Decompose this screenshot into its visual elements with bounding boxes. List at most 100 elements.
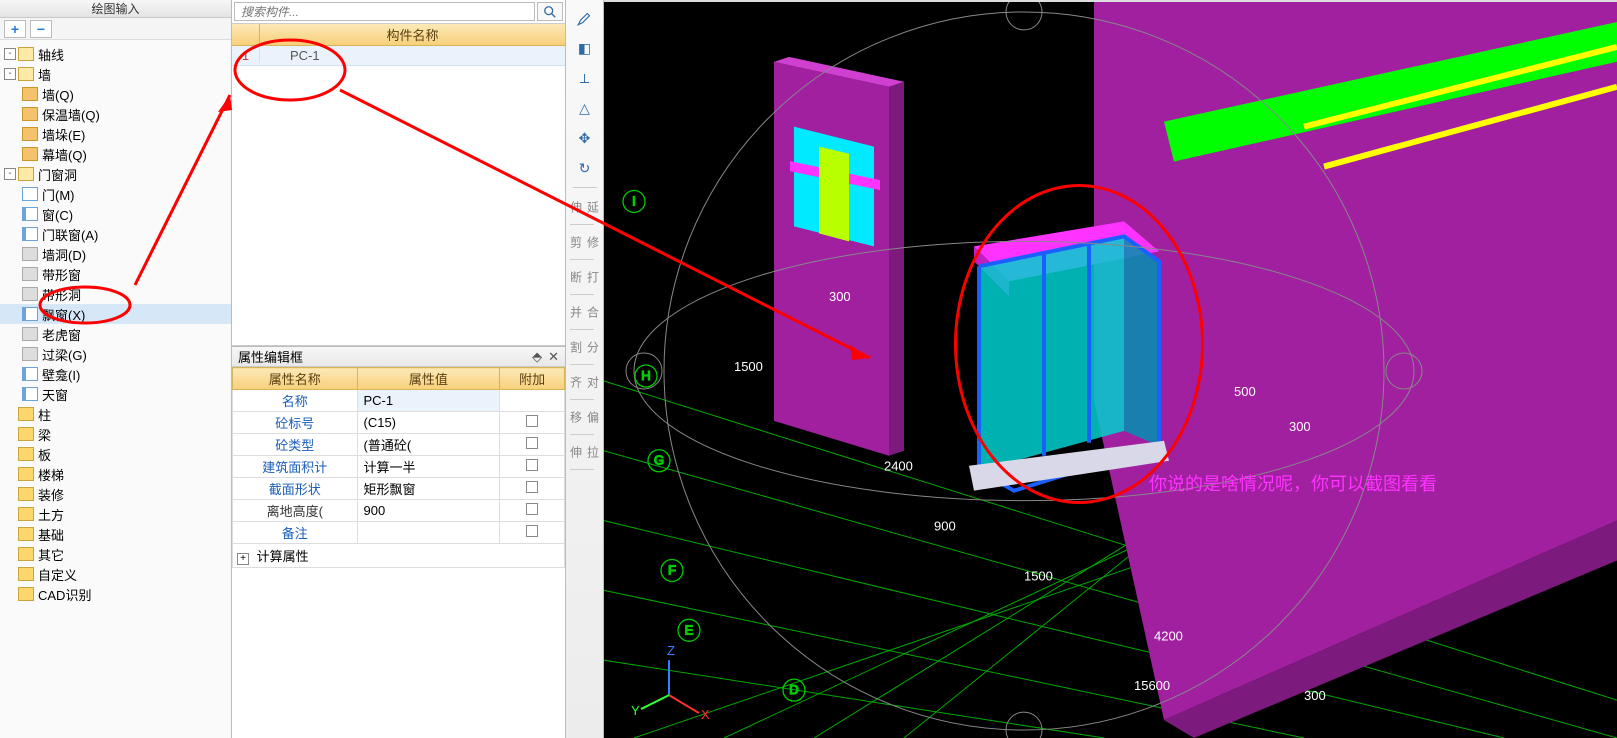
vt-tool-延伸: 延伸 [570,193,600,221]
property-row[interactable]: 建筑面积计计算一半 [233,456,565,478]
tree-item[interactable]: 梁 [0,424,231,444]
tree-item[interactable]: CAD识别 [0,584,231,604]
prop-extra[interactable] [500,478,565,500]
checkbox-icon[interactable] [526,459,538,471]
tree-toggle[interactable] [4,488,16,500]
prop-label: 截面形状 [233,478,358,500]
tree-item[interactable]: 带形窗 [0,264,231,284]
prop-value[interactable] [357,522,500,544]
3d-viewport[interactable]: I H G F E D 300 1500 2400 900 1500 15600… [604,0,1617,738]
property-row[interactable]: 备注 [233,522,565,544]
prop-value[interactable]: 计算一半 [357,456,500,478]
prop-value[interactable]: 矩形飘窗 [357,478,500,500]
tree-toggle[interactable]: - [4,68,16,80]
svg-text:2400: 2400 [884,459,913,474]
tree-item[interactable]: 天窗 [0,384,231,404]
prop-value[interactable]: 900 [357,500,500,522]
svg-text:Z: Z [667,643,675,658]
tree-toggle[interactable] [4,448,16,460]
tree-item[interactable]: 过梁(G) [0,344,231,364]
search-input[interactable] [234,2,535,21]
crop-tool-icon[interactable]: ◧ [570,34,600,62]
tree-item[interactable]: 土方 [0,504,231,524]
tree-item[interactable]: 幕墙(Q) [0,144,231,164]
annotation-text: 你说的是啥情况呢，你可以截图看看 [1149,470,1437,496]
tree-item[interactable]: 墙垛(E) [0,124,231,144]
tree-toggle[interactable] [4,588,16,600]
move-tool-icon[interactable]: ✥ [570,124,600,152]
tree-item[interactable]: 门联窗(A) [0,224,231,244]
expand-calc-props[interactable]: + [237,553,249,565]
prop-value[interactable]: PC-1 [357,390,500,412]
prop-extra[interactable] [500,390,565,412]
tree-item[interactable]: 墙(Q) [0,84,231,104]
tree-item[interactable]: 自定义 [0,564,231,584]
search-button[interactable] [537,2,563,21]
tree-item[interactable]: 窗(C) [0,204,231,224]
tree-toggle[interactable] [4,408,16,420]
tree-toggle[interactable] [4,508,16,520]
expand-all-button[interactable]: + [4,20,26,38]
mirror-tool-icon[interactable]: △ [570,94,600,122]
checkbox-icon[interactable] [526,525,538,537]
tree-item[interactable]: -门窗洞 [0,164,231,184]
tree-toggle[interactable] [4,568,16,580]
tree-item[interactable]: 壁龛(I) [0,364,231,384]
item-icon [22,127,38,141]
checkbox-icon[interactable] [526,503,538,515]
rotate-tool-icon[interactable]: ↻ [570,154,600,182]
viewport-canvas: I H G F E D 300 1500 2400 900 1500 15600… [604,2,1617,738]
pin-icon[interactable]: ⬘ [532,349,542,365]
tree-item-label: 带形洞 [42,285,81,304]
prop-extra[interactable] [500,456,565,478]
tree-item[interactable]: 带形洞 [0,284,231,304]
collapse-all-button[interactable]: − [30,20,52,38]
checkbox-icon[interactable] [526,415,538,427]
prop-value[interactable]: (普通砼( [357,434,500,456]
prop-extra[interactable] [500,412,565,434]
svg-text:15600: 15600 [1134,678,1170,693]
folder-icon [18,47,34,61]
tree-item-label: 其它 [38,545,64,564]
checkbox-icon[interactable] [526,437,538,449]
prop-extra[interactable] [500,434,565,456]
property-row[interactable]: 砼类型(普通砼( [233,434,565,456]
tree-toggle[interactable]: - [4,168,16,180]
tree-item[interactable]: 保温墙(Q) [0,104,231,124]
property-row[interactable]: 离地高度(900 [233,500,565,522]
tree-item-label: 板 [38,445,51,464]
property-row[interactable]: 砼标号(C15) [233,412,565,434]
scale-tool-icon[interactable]: ⟂ [570,64,600,92]
prop-value[interactable]: (C15) [357,412,500,434]
close-icon[interactable]: ✕ [548,349,559,365]
tree-item[interactable]: -轴线 [0,44,231,64]
tree-toggle[interactable]: - [4,48,16,60]
tree-item[interactable]: 板 [0,444,231,464]
checkbox-icon[interactable] [526,481,538,493]
tree-item[interactable]: 楼梯 [0,464,231,484]
brush-tool-icon[interactable] [570,4,600,32]
component-tree[interactable]: -轴线-墙墙(Q)保温墙(Q)墙垛(E)幕墙(Q)-门窗洞门(M)窗(C)门联窗… [0,40,231,738]
tree-item[interactable]: 墙洞(D) [0,244,231,264]
tree-item[interactable]: 基础 [0,524,231,544]
prop-extra[interactable] [500,500,565,522]
tree-item[interactable]: 老虎窗 [0,324,231,344]
property-row[interactable]: 截面形状矩形飘窗 [233,478,565,500]
tree-item-label: 幕墙(Q) [42,145,87,164]
tree-toggle[interactable] [4,428,16,440]
tree-item[interactable]: 门(M) [0,184,231,204]
prop-extra[interactable] [500,522,565,544]
tree-item[interactable]: -墙 [0,64,231,84]
vt-tool-拉伸: 拉伸 [570,438,600,466]
tree-item[interactable]: 柱 [0,404,231,424]
vt-tool-对齐: 对齐 [570,368,600,396]
tree-item[interactable]: 装修 [0,484,231,504]
tree-toggle[interactable] [4,468,16,480]
tree-item[interactable]: 其它 [0,544,231,564]
property-row[interactable]: 名称PC-1 [233,390,565,412]
tree-toggle[interactable] [4,528,16,540]
tree-item[interactable]: 飘窗(X) [0,304,231,324]
tree-toggle[interactable] [4,548,16,560]
tree-item-label: 墙(Q) [42,85,74,104]
component-row[interactable]: 1 PC-1 [232,46,565,66]
